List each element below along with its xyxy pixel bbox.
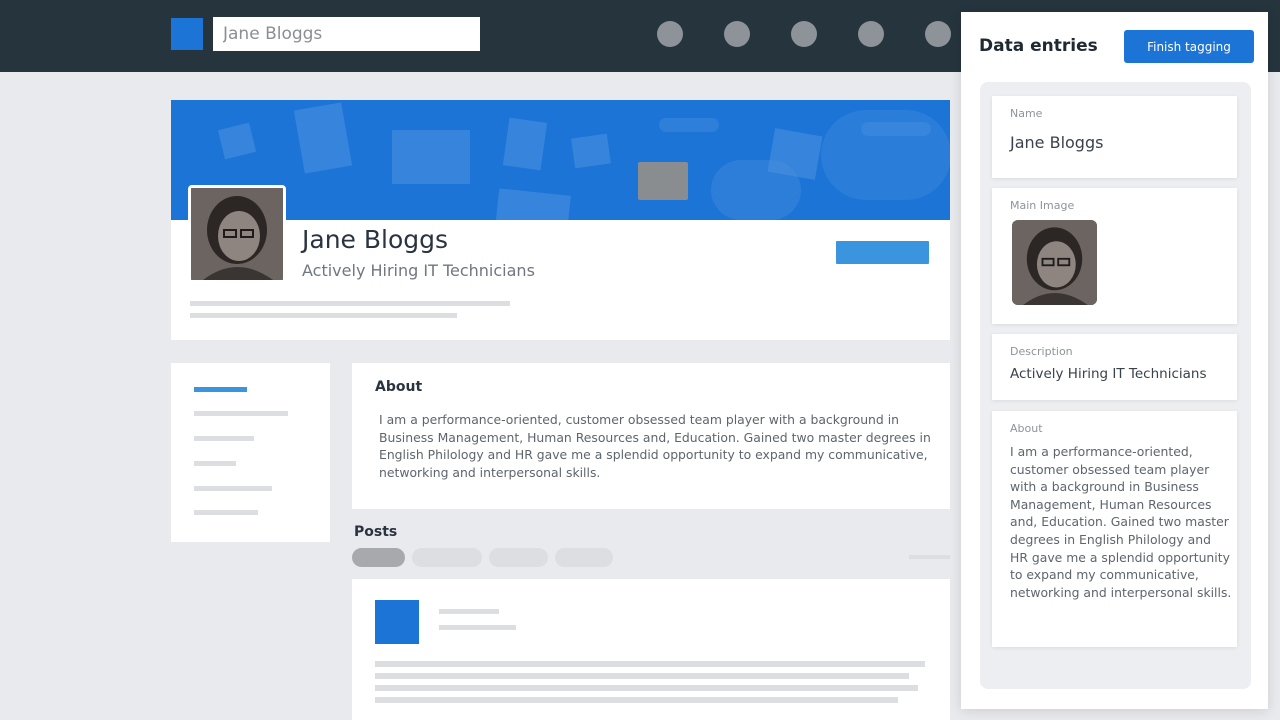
placeholder-line	[190, 301, 510, 306]
cloud-icon	[659, 118, 719, 132]
document-icon	[502, 117, 548, 171]
placeholder-line	[909, 555, 950, 559]
placeholder-line	[439, 609, 499, 614]
about-text: I am a performance-oriented, customer ob…	[379, 412, 931, 480]
main-image-thumbnail	[1012, 220, 1097, 305]
placeholder-line	[375, 685, 918, 691]
nav-item[interactable]	[194, 461, 236, 466]
profile-avatar[interactable]	[188, 185, 286, 283]
entry-label: About	[1010, 422, 1043, 435]
person-photo-icon	[191, 188, 283, 280]
entry-about[interactable]: About I am a performance-oriented, custo…	[992, 411, 1237, 647]
entry-label: Main Image	[1010, 199, 1075, 212]
entry-label: Name	[1010, 107, 1043, 120]
placeholder-line	[375, 697, 898, 703]
document-icon	[392, 130, 470, 184]
entry-description[interactable]: Description Actively Hiring IT Technicia…	[992, 334, 1237, 400]
nav-item[interactable]	[194, 411, 288, 416]
document-icon	[217, 122, 257, 160]
about-heading: About	[375, 379, 423, 395]
entry-value: I am a performance-oriented, customer ob…	[1010, 444, 1232, 600]
entry-value: Jane Bloggs	[1010, 133, 1104, 152]
search-input[interactable]	[213, 17, 480, 51]
nav-item[interactable]	[194, 486, 272, 491]
nav-dot-icon[interactable]	[925, 21, 951, 47]
document-icon	[293, 102, 353, 174]
panel-title: Data entries	[979, 36, 1098, 56]
about-card: About I am a performance-oriented, custo…	[352, 363, 950, 509]
nav-item-active[interactable]	[194, 387, 247, 392]
entry-label: Description	[1010, 345, 1073, 358]
profile-headline: Actively Hiring IT Technicians	[302, 261, 535, 280]
placeholder-line	[190, 313, 457, 318]
profile-name: Jane Bloggs	[302, 225, 449, 254]
nav-dot-icon[interactable]	[724, 21, 750, 47]
post-author-avatar[interactable]	[375, 600, 419, 644]
entry-main-image[interactable]: Main Image	[992, 188, 1237, 324]
person-photo-icon	[1012, 220, 1097, 305]
post-card	[352, 579, 950, 720]
cloud-icon	[861, 122, 931, 136]
posts-filter-tab[interactable]	[555, 548, 613, 567]
nav-dot-icon[interactable]	[791, 21, 817, 47]
entry-value: Actively Hiring IT Technicians	[1010, 366, 1207, 382]
profile-card: Jane Bloggs Actively Hiring IT Technicia…	[171, 100, 950, 340]
posts-filter-tab[interactable]	[489, 548, 548, 567]
finish-tagging-button[interactable]: Finish tagging	[1124, 30, 1254, 63]
document-icon	[495, 188, 571, 220]
connect-button[interactable]	[836, 241, 929, 264]
placeholder-line	[375, 661, 925, 667]
posts-filter-tab-active[interactable]	[352, 548, 405, 567]
nav-dot-icon[interactable]	[858, 21, 884, 47]
entries-list: Name Jane Bloggs Main Image Description …	[980, 82, 1251, 689]
placeholder-line	[439, 625, 516, 630]
cloud-icon	[711, 160, 801, 220]
entry-name[interactable]: Name Jane Bloggs	[992, 96, 1237, 178]
posts-heading: Posts	[354, 524, 398, 540]
document-icon	[571, 133, 611, 169]
nav-item[interactable]	[194, 436, 254, 441]
logo-icon[interactable]	[171, 18, 203, 50]
profile-banner	[171, 100, 950, 220]
placeholder-line	[375, 673, 909, 679]
nav-item[interactable]	[194, 510, 258, 515]
posts-filter-tab[interactable]	[412, 548, 482, 567]
profile-section-nav	[171, 363, 330, 542]
nav-dot-icon[interactable]	[657, 21, 683, 47]
data-entries-panel: Data entries Finish tagging Name Jane Bl…	[961, 12, 1268, 709]
folder-icon	[638, 162, 688, 200]
